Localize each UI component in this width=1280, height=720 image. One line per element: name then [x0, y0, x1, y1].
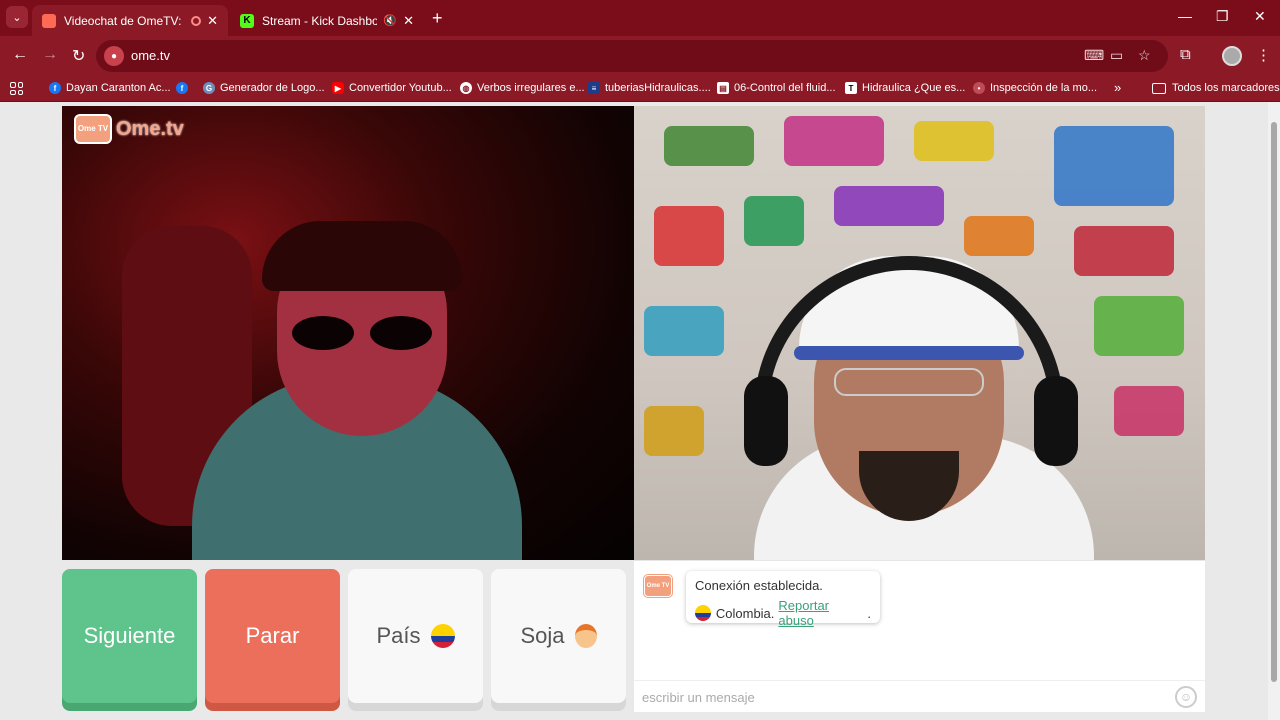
facebook-icon: f — [49, 82, 61, 94]
document-icon: ≡ — [588, 82, 600, 94]
headphone-ear-right — [1034, 376, 1078, 466]
bookmark-item[interactable]: T Hidraulica ¿Que es... — [845, 82, 965, 94]
tab-strip: ⌄ Videochat de OmeTV: una al ✕ K Stream … — [0, 0, 1280, 36]
globe-icon: ◍ — [460, 82, 472, 94]
restore-icon[interactable]: ❐ — [1216, 8, 1229, 25]
bookmarks-overflow-button[interactable]: » — [1114, 80, 1121, 95]
next-button[interactable]: Siguiente — [62, 569, 197, 703]
url-text[interactable]: ome.tv — [131, 48, 170, 63]
headphone-ear-left — [744, 376, 788, 466]
bookmarks-bar: f Dayan Caranton Ac... f G Generador de Lo… — [0, 76, 1280, 102]
report-period: . — [867, 605, 871, 621]
bookmark-item[interactable]: • Inspección de la mo... — [973, 82, 1097, 94]
sunglasses — [292, 316, 432, 352]
kick-favicon-icon: K — [240, 13, 254, 28]
cast-icon[interactable]: ▭ — [1110, 47, 1123, 64]
site-info-icon[interactable]: ● — [104, 46, 124, 66]
apps-grid-icon[interactable] — [10, 82, 23, 95]
country-label: País — [376, 623, 421, 648]
extensions-icon[interactable]: ⧉ — [1180, 46, 1191, 63]
stranger-country: Colombia — [715, 605, 771, 621]
chat-input-bar: ☺ — [634, 680, 1205, 712]
profile-avatar[interactable] — [1222, 46, 1242, 66]
gender-filter-button[interactable]: Soja — [491, 569, 626, 703]
chat-panel: Ome TV Conexión establecida. Colombia . … — [634, 560, 1205, 712]
close-window-icon[interactable]: ✕ — [1254, 8, 1266, 25]
muted-audio-icon[interactable]: 🔇 — [383, 14, 397, 27]
reload-icon[interactable]: ↻ — [72, 46, 85, 66]
new-tab-button[interactable]: + — [432, 8, 443, 29]
browser-toolbar: ← → ↻ ● ome.tv ⌨ ▭ ☆ ⧉ ⋮ — [0, 36, 1280, 76]
facebook-icon: f — [176, 82, 188, 94]
person-cap — [262, 221, 462, 291]
colombia-flag-icon — [430, 624, 455, 648]
country-filter-button[interactable]: País — [348, 569, 483, 703]
emoji-picker-icon[interactable]: ☺ — [1175, 686, 1197, 708]
chat-message-input[interactable] — [642, 687, 1162, 707]
tv-logo-icon: Ome TV — [644, 575, 672, 597]
self-video — [634, 106, 1205, 560]
text-t-icon: T — [845, 82, 857, 94]
forward-icon[interactable]: → — [42, 46, 58, 64]
tab-kick[interactable]: K Stream - Kick Dashboard 🔇 ✕ — [230, 5, 424, 36]
bookmark-item[interactable]: ≡ tuberiasHidraulicas.... — [588, 82, 711, 94]
bookmark-star-icon[interactable]: ☆ — [1138, 47, 1151, 64]
tab-ometv[interactable]: Videochat de OmeTV: una al ✕ — [32, 5, 228, 36]
bookmark-item[interactable]: f — [176, 82, 193, 94]
separator-text: . — [770, 605, 775, 621]
connection-status-text: Conexión establecida. — [695, 578, 823, 593]
logo-generator-icon: G — [203, 82, 215, 94]
person-emoji-icon — [574, 624, 597, 648]
bookmark-item[interactable]: ◍ Verbos irregulares e... — [460, 82, 585, 94]
close-tab-icon[interactable]: ✕ — [403, 13, 414, 29]
inspection-icon: • — [973, 82, 985, 94]
stop-label: Parar — [245, 623, 300, 648]
chevron-down-icon: ⌄ — [12, 11, 22, 24]
pdf-icon: ▤ — [717, 82, 729, 94]
logo-text: Ome.tv — [116, 117, 184, 140]
tab-title: Stream - Kick Dashboard — [262, 13, 378, 28]
report-abuse-link[interactable]: Reportar abuso — [778, 598, 867, 628]
translate-icon[interactable]: ⌨ — [1084, 47, 1104, 64]
menu-kebab-icon[interactable]: ⋮ — [1256, 46, 1271, 64]
bookmark-item[interactable]: G Generador de Logo... — [203, 82, 325, 94]
ometv-favicon-icon — [42, 13, 56, 28]
tab-title: Videochat de OmeTV: una al — [64, 13, 185, 28]
all-bookmarks-button[interactable]: Todos los marcadores — [1152, 82, 1280, 94]
recording-icon — [191, 15, 202, 26]
bookmark-item[interactable]: ▤ 06-Control del fluid... — [717, 82, 836, 94]
ometv-logo[interactable]: Ome TV Ome.tv — [74, 114, 184, 144]
page-scrollbar[interactable] — [1268, 102, 1280, 720]
next-label: Siguiente — [83, 623, 176, 648]
address-bar[interactable]: ● ome.tv ⌨ ▭ ☆ — [96, 40, 1168, 72]
bookmark-item[interactable]: f Dayan Caranton Ac... — [49, 82, 171, 94]
scrollbar-thumb[interactable] — [1271, 122, 1277, 682]
bookmark-item[interactable]: ▶ Convertidor Youtub... — [332, 82, 452, 94]
close-tab-icon[interactable]: ✕ — [207, 13, 218, 29]
folder-icon — [1152, 82, 1166, 94]
youtube-icon: ▶ — [332, 82, 344, 94]
colombia-flag-icon — [695, 605, 711, 621]
stranger-video: Ome TV Ome.tv — [62, 106, 634, 560]
stop-button[interactable]: Parar — [205, 569, 340, 703]
system-message: Conexión establecida. Colombia . Reporta… — [686, 571, 880, 628]
tab-search-button[interactable]: ⌄ — [6, 6, 28, 28]
minimize-icon[interactable]: — — [1178, 8, 1192, 24]
back-icon[interactable]: ← — [12, 46, 28, 64]
gender-label: Soja — [520, 623, 565, 648]
tv-logo-icon: Ome TV — [74, 114, 112, 144]
headphones — [754, 256, 1064, 446]
